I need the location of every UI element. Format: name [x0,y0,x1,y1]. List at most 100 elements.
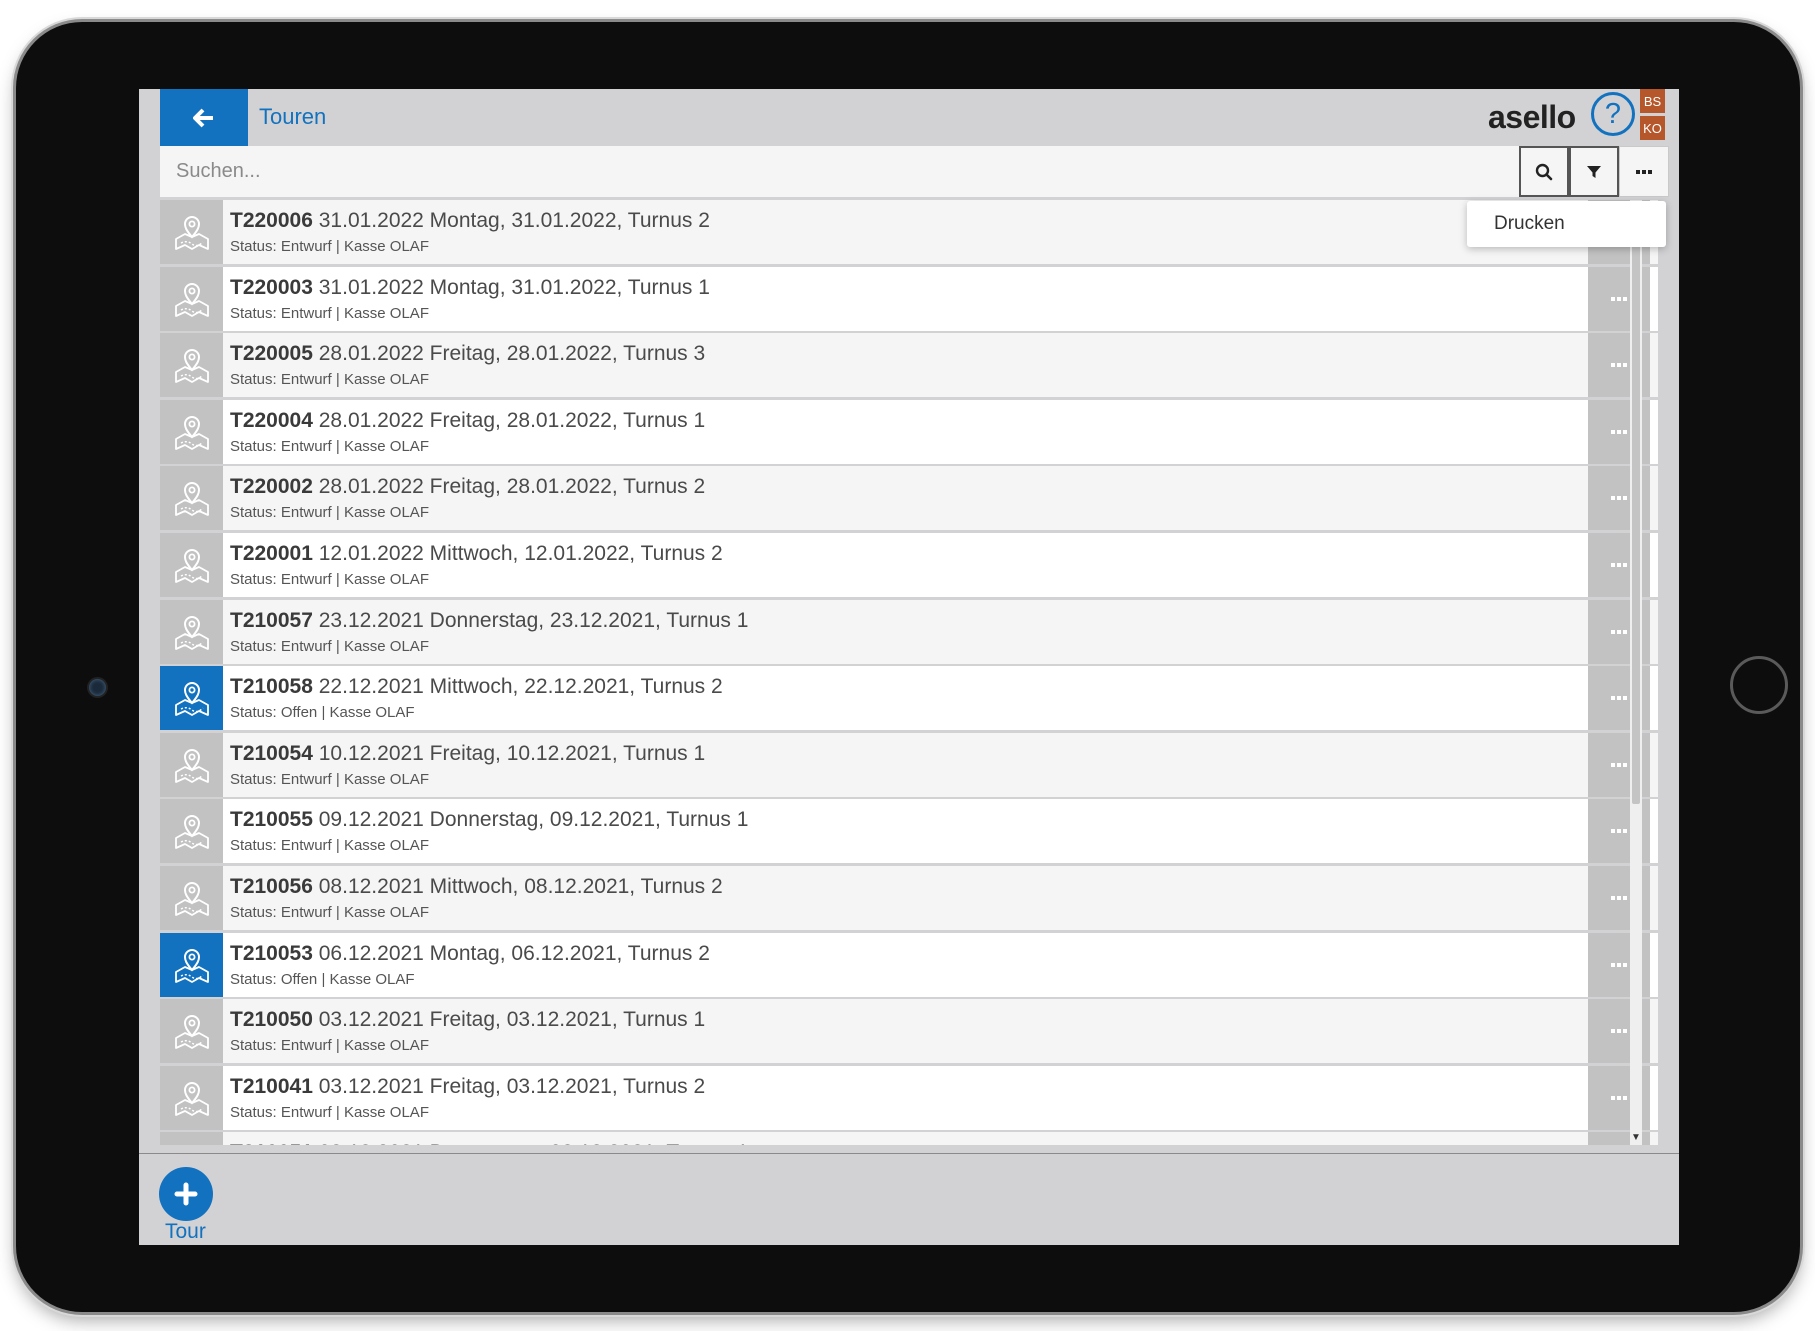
tour-row[interactable]: T220002 28.01.2022 Freitag, 28.01.2022, … [160,466,1658,531]
tour-status: Status: Entwurf | Kasse OLAF [230,371,429,389]
tour-id: T210050 [230,1008,313,1032]
tour-status: Status: Entwurf | Kasse OLAF [230,304,429,322]
print-menu-item[interactable]: Drucken [1494,213,1565,235]
tour-description: 09.12.2021 Donnerstag, 09.12.2021, Turnu… [318,808,749,832]
tour-map-icon [160,266,223,331]
help-icon: ? [1604,97,1622,130]
tour-map-icon [160,532,223,597]
tour-title: T210058 22.12.2021 Mittwoch, 22.12.2021,… [230,675,723,699]
tour-id: T220004 [230,408,313,432]
tour-id: T220005 [230,342,313,366]
search-input[interactable] [160,146,1520,197]
tour-title: T220006 31.01.2022 Montag, 31.01.2022, T… [230,209,710,233]
ellipsis-icon [1611,496,1627,501]
tour-map-icon [160,932,223,997]
tour-row[interactable]: T210053 06.12.2021 Montag, 06.12.2021, T… [160,932,1658,997]
tour-description: 12.01.2022 Mittwoch, 12.01.2022, Turnus … [318,541,723,565]
tour-description: 23.12.2021 Donnerstag, 23.12.2021, Turnu… [318,608,749,632]
tour-description: 31.01.2022 Montag, 31.01.2022, Turnus 1 [318,275,710,299]
camera-icon [89,679,106,696]
tour-description: 06.12.2021 Montag, 06.12.2021, Turnus 2 [318,941,710,965]
tour-row[interactable]: T210056 08.12.2021 Mittwoch, 08.12.2021,… [160,865,1658,930]
tour-title: T220001 12.01.2022 Mittwoch, 12.01.2022,… [230,542,723,566]
tour-description: 08.12.2021 Mittwoch, 08.12.2021, Turnus … [318,874,723,898]
filter-button[interactable] [1569,146,1619,197]
tour-map-icon [160,1132,223,1145]
tour-row[interactable]: T210041 03.12.2021 Freitag, 03.12.2021, … [160,1065,1658,1130]
home-button[interactable] [1730,656,1788,714]
ellipsis-icon [1611,363,1627,368]
ellipsis-icon [1611,429,1627,434]
more-options-button[interactable] [1619,146,1669,197]
back-button[interactable] [160,89,248,146]
add-tour-button[interactable] [159,1167,213,1221]
tour-id: T220001 [230,541,313,565]
brand-logo: asello [1488,99,1576,136]
tour-description: 28.01.2022 Freitag, 28.01.2022, Turnus 3 [318,342,706,366]
tour-status: Status: Entwurf | Kasse OLAF [230,1103,429,1121]
ellipsis-icon [1611,1095,1627,1100]
user-badge-bs[interactable]: BS [1640,89,1665,113]
tour-description: 28.01.2022 Freitag, 28.01.2022, Turnus 2 [318,475,706,499]
ellipsis-icon [1611,629,1627,634]
tour-title: T220004 28.01.2022 Freitag, 28.01.2022, … [230,409,705,433]
tour-id: T210056 [230,874,313,898]
tour-id: T220006 [230,209,313,232]
tour-description: 02.12.2021 Donnerstag, 02.12.2021, Turnu… [319,1141,749,1145]
footer-bar: Tour [139,1153,1679,1245]
ellipsis-icon [1636,169,1652,174]
ellipsis-icon [1611,962,1627,967]
tour-status: Status: Offen | Kasse OLAF [230,970,415,988]
tour-row[interactable]: T220001 12.01.2022 Mittwoch, 12.01.2022,… [160,532,1658,597]
search-bar [160,146,1669,197]
add-tour-label[interactable]: Tour [165,1220,206,1244]
tour-row[interactable]: T210050 03.12.2021 Freitag, 03.12.2021, … [160,999,1658,1064]
tour-title: T210053 06.12.2021 Montag, 06.12.2021, T… [230,942,710,966]
tour-row[interactable]: T220003 31.01.2022 Montag, 31.01.2022, T… [160,266,1658,331]
tour-status: Status: Entwurf | Kasse OLAF [230,903,429,921]
tour-map-icon [160,666,223,731]
scroll-down-arrow-icon[interactable]: ▼ [1630,1131,1642,1143]
tour-title: T220005 28.01.2022 Freitag, 28.01.2022, … [230,342,705,366]
user-badge-ko[interactable]: KO [1640,116,1665,140]
plus-icon [174,1182,198,1206]
more-options-menu: Drucken [1467,201,1666,247]
tour-row[interactable]: T210058 22.12.2021 Mittwoch, 22.12.2021,… [160,666,1658,731]
tour-map-icon [160,200,223,264]
ellipsis-icon [1611,895,1627,900]
tour-row[interactable]: T210054 10.12.2021 Freitag, 10.12.2021, … [160,732,1658,797]
tour-map-icon [160,399,223,464]
arrow-left-icon [193,108,213,127]
tour-description: 03.12.2021 Freitag, 03.12.2021, Turnus 2 [318,1074,706,1098]
tour-description: 31.01.2022 Montag, 31.01.2022, Turnus 2 [318,209,710,232]
tour-row[interactable]: T220005 28.01.2022 Freitag, 28.01.2022, … [160,333,1658,398]
tour-id: T210051 [230,1141,313,1145]
tour-id: T210057 [230,608,313,632]
tour-description: 03.12.2021 Freitag, 03.12.2021, Turnus 1 [318,1008,706,1032]
ellipsis-icon [1611,562,1627,567]
ellipsis-icon [1611,296,1627,301]
search-button[interactable] [1519,146,1569,197]
tour-row[interactable]: T220004 28.01.2022 Freitag, 28.01.2022, … [160,399,1658,464]
tour-id: T210058 [230,675,313,699]
help-button[interactable]: ? [1591,92,1635,136]
tour-title: T210054 10.12.2021 Freitag, 10.12.2021, … [230,742,705,766]
tour-map-icon [160,865,223,930]
tour-map-icon [160,732,223,797]
tour-map-icon [160,999,223,1064]
tour-status: Status: Offen | Kasse OLAF [230,704,415,722]
tour-row[interactable]: T210051 02.12.2021 Donnerstag, 02.12.202… [160,1132,1658,1145]
tour-row[interactable]: T220006 31.01.2022 Montag, 31.01.2022, T… [160,200,1658,264]
tour-row[interactable]: T210057 23.12.2021 Donnerstag, 23.12.202… [160,599,1658,664]
tour-status: Status: Entwurf | Kasse OLAF [230,437,429,455]
app-header: Touren asello ? BS KO [160,89,1679,146]
scrollbar-thumb[interactable] [1632,224,1640,804]
tour-row[interactable]: T210055 09.12.2021 Donnerstag, 09.12.202… [160,799,1658,864]
tour-id: T210041 [230,1074,313,1098]
filter-icon [1587,165,1601,178]
search-icon [1535,163,1553,180]
tour-status: Status: Entwurf | Kasse OLAF [230,837,429,855]
tour-map-icon [160,599,223,664]
tour-list: T220006 31.01.2022 Montag, 31.01.2022, T… [160,200,1658,1145]
tour-status: Status: Entwurf | Kasse OLAF [230,770,429,788]
